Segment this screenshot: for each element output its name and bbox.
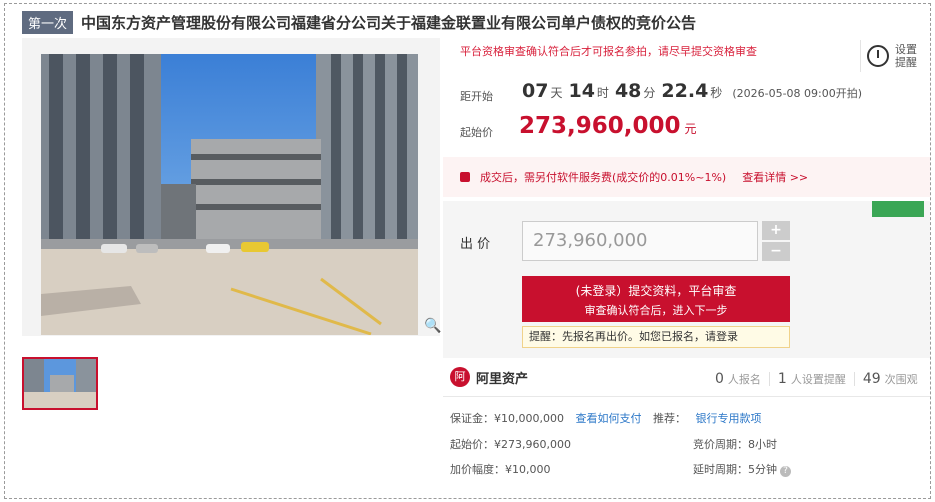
- countdown-days: 07: [522, 80, 549, 102]
- bid-label: 出 价: [460, 237, 491, 252]
- increment-info: 加价幅度：¥10,000: [450, 463, 551, 476]
- countdown-seconds: 22.4: [661, 80, 709, 102]
- reminder-label-1: 设置: [895, 43, 917, 56]
- lock-icon: [460, 172, 470, 182]
- start-price-label: 起始价: [460, 126, 493, 139]
- cta-line-2: 审查确认符合后，进入下一步: [584, 304, 728, 317]
- seconds-unit: 秒: [710, 86, 723, 100]
- set-reminder-button[interactable]: 设置 提醒: [860, 40, 924, 72]
- bid-amount-input[interactable]: 273,960,000: [522, 221, 758, 261]
- photo-thumbnail[interactable]: [22, 357, 98, 410]
- platform-name: 阿里资产: [476, 371, 529, 387]
- how-to-pay-link[interactable]: 查看如何支付: [575, 412, 641, 425]
- recommend-label: 推荐：: [652, 412, 686, 425]
- countdown-hours: 14: [568, 80, 595, 102]
- login-hint: 提醒：先报名再出价。如您已报名，请登录: [522, 326, 790, 348]
- submit-qualification-button[interactable]: (未登录）提交资料，平台审查 审查确认符合后，进入下一步: [522, 276, 790, 322]
- minutes-unit: 分: [643, 86, 656, 100]
- bid-stepper: + −: [762, 221, 790, 261]
- start-price-info: 起始价：¥273,960,000: [450, 438, 571, 451]
- decrease-bid-button[interactable]: −: [762, 242, 790, 261]
- increase-bid-button[interactable]: +: [762, 221, 790, 240]
- status-tag: [872, 201, 924, 217]
- cta-line-1: (未登录）提交资料，平台审查: [575, 284, 737, 298]
- platform-brand: 阿 阿里资产: [450, 367, 528, 387]
- reminder-label-2: 提醒: [895, 56, 917, 69]
- zoom-icon[interactable]: 🔍: [424, 318, 441, 334]
- bid-cycle-info: 竞价周期：8小时: [693, 438, 777, 451]
- help-icon[interactable]: ?: [780, 466, 791, 477]
- countdown: 07 天 14 时 48 分 22.4 秒 (2026-05-08 09:00开拍): [522, 80, 862, 102]
- building-photo: [41, 54, 418, 335]
- qualification-notice: 平台资格审查确认符合后才可报名参拍，请尽早提交资格审查: [460, 45, 757, 58]
- service-fee-bar: 成交后，需另付软件服务费(成交价的0.01%~1%) 查看详情 >>: [443, 157, 930, 197]
- hours-unit: 时: [596, 86, 609, 100]
- bank-funds-link[interactable]: 银行专用款项: [695, 412, 761, 425]
- days-unit: 天: [550, 86, 563, 100]
- delay-cycle-row: 延时周期：5分钟?: [693, 461, 791, 477]
- thumbnail-image: [24, 359, 96, 408]
- countdown-minutes: 48: [614, 80, 642, 102]
- reminder-label: 人设置提醒: [790, 373, 846, 386]
- title-row: 第一次 中国东方资产管理股份有限公司福建省分公司关于福建金联置业有限公司单户债权…: [22, 9, 696, 35]
- deposit-row: 保证金：¥10,000,000 查看如何支付 推荐： 银行专用款项: [450, 410, 761, 426]
- view-label: 次围观: [884, 373, 918, 386]
- countdown-label: 距开始: [460, 90, 493, 103]
- alarm-clock-icon: [867, 45, 889, 67]
- reminder-count: 1: [777, 371, 787, 387]
- divider: [443, 396, 930, 397]
- auction-stats: 0 人报名 1 人设置提醒 49 次围观: [715, 371, 918, 387]
- service-fee-text: 成交后，需另付软件服务费(成交价的0.01%~1%): [480, 171, 727, 184]
- signup-count: 0: [715, 371, 724, 387]
- deposit-text: 保证金：¥10,000,000: [450, 412, 564, 425]
- delay-cycle-info: 延时周期：5分钟: [693, 463, 777, 476]
- main-photo[interactable]: [22, 38, 440, 336]
- start-price: 273,960,000 元: [519, 113, 697, 139]
- start-price-unit: 元: [684, 122, 697, 136]
- alibaba-logo-icon: 阿: [450, 367, 470, 387]
- signup-label: 人报名: [727, 373, 761, 386]
- start-price-value: 273,960,000: [519, 113, 681, 139]
- page-title: 中国东方资产管理股份有限公司福建省分公司关于福建金联置业有限公司单户债权的竞价公…: [81, 13, 697, 32]
- round-badge: 第一次: [22, 10, 74, 34]
- auction-start-time: (2026-05-08 09:00开拍): [732, 87, 863, 100]
- view-count: 49: [862, 371, 881, 387]
- fee-details-link[interactable]: 查看详情 >>: [742, 169, 808, 185]
